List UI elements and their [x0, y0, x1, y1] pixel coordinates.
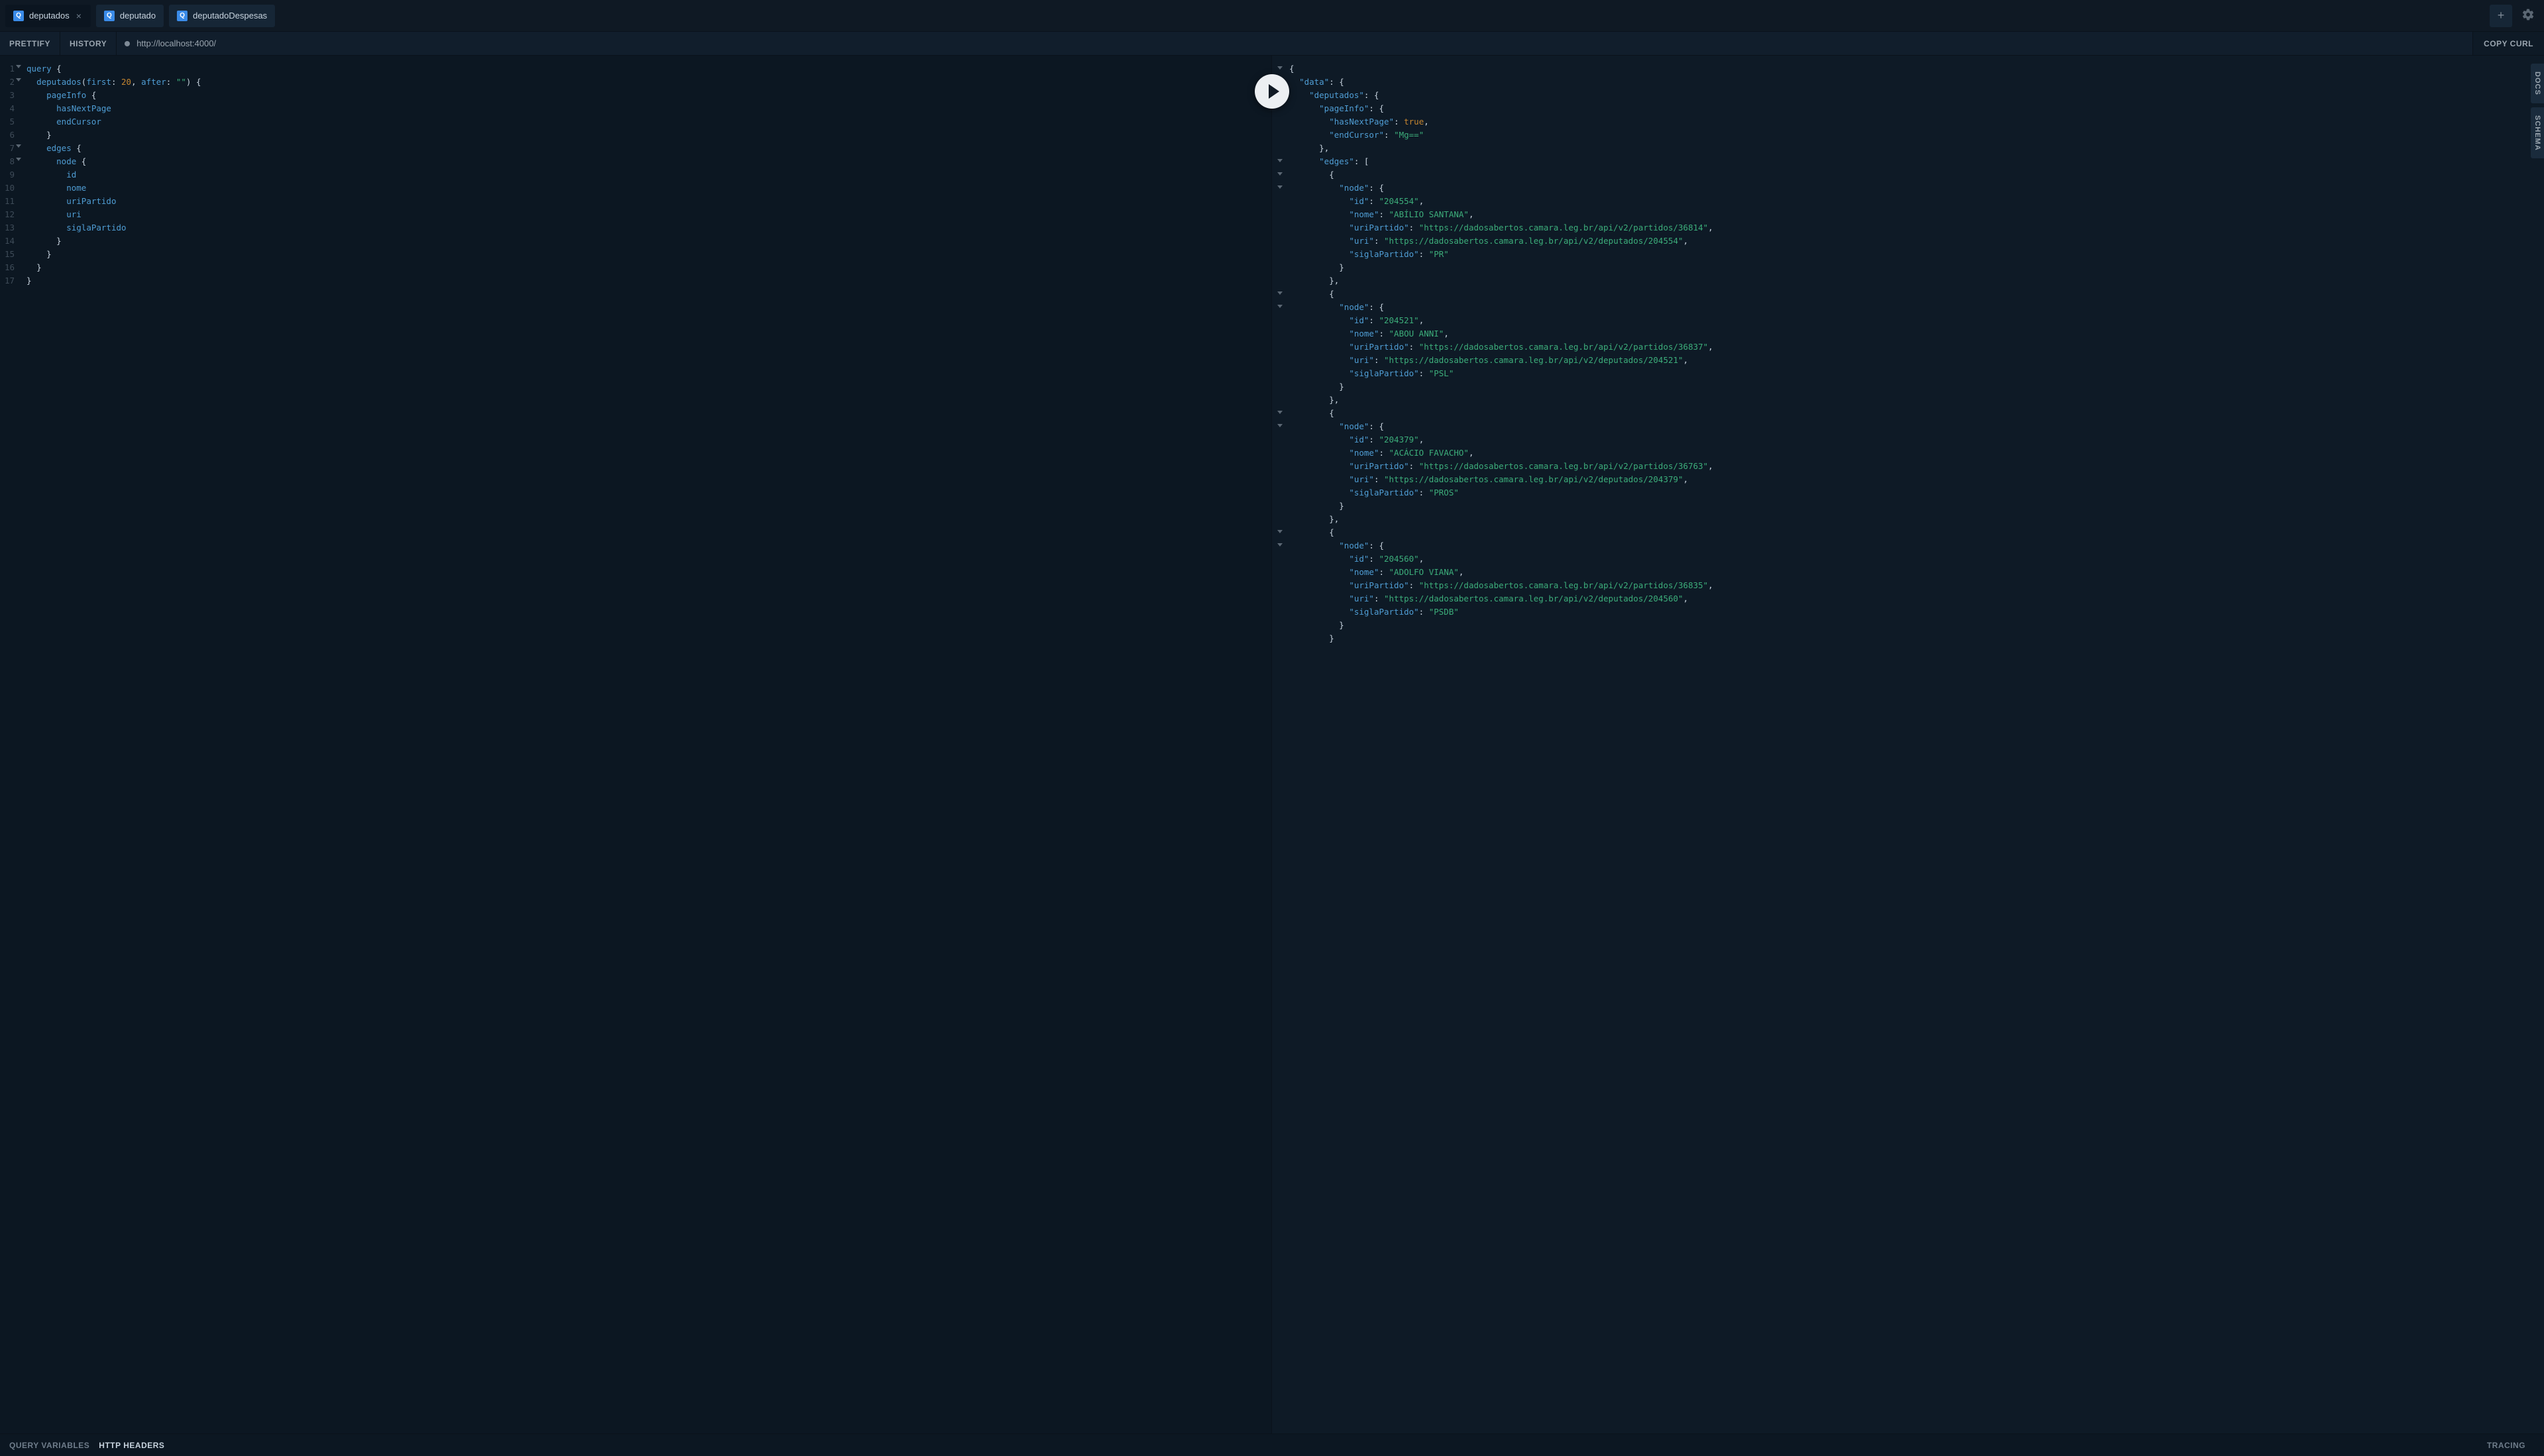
tab-bar: Qdeputados×QdeputadoQdeputadoDespesas +: [0, 0, 2544, 31]
history-button[interactable]: HISTORY: [60, 32, 117, 55]
copy-curl-button[interactable]: COPY CURL: [2472, 32, 2544, 55]
app-root: Qdeputados×QdeputadoQdeputadoDespesas + …: [0, 0, 2544, 1456]
main-area: 1234567891011121314151617 query { deputa…: [0, 56, 2544, 1433]
fold-toggle[interactable]: [1277, 66, 1283, 70]
query-icon: Q: [13, 11, 24, 21]
fold-toggle[interactable]: [1277, 424, 1283, 427]
query-icon: Q: [104, 11, 115, 21]
prettify-button[interactable]: PRETTIFY: [0, 32, 60, 55]
footer-query-variables[interactable]: QUERY VARIABLES: [9, 1441, 89, 1450]
fold-toggle[interactable]: [1277, 305, 1283, 308]
endpoint-input[interactable]: http://localhost:4000/: [117, 38, 2472, 48]
close-icon[interactable]: ×: [75, 11, 83, 21]
fold-toggle[interactable]: [1277, 291, 1283, 295]
tab-deputado[interactable]: Qdeputado: [96, 5, 164, 27]
fold-toggle[interactable]: [1277, 185, 1283, 189]
fold-toggle[interactable]: [1277, 159, 1283, 162]
schema-button[interactable]: SCHEMA: [2531, 107, 2544, 159]
tab-deputadoDespesas[interactable]: QdeputadoDespesas: [169, 5, 275, 27]
footer: QUERY VARIABLES HTTP HEADERS TRACING: [0, 1433, 2544, 1456]
fold-toggle[interactable]: [1277, 172, 1283, 176]
tab-add-button[interactable]: +: [2490, 5, 2512, 27]
fold-toggle[interactable]: [1277, 543, 1283, 546]
endpoint-url: http://localhost:4000/: [136, 38, 216, 48]
gear-icon[interactable]: [2518, 4, 2539, 27]
tabs-container: Qdeputados×QdeputadoQdeputadoDespesas: [5, 5, 2490, 27]
tab-label: deputadoDespesas: [193, 11, 267, 21]
side-rail: DOCS SCHEMA: [2531, 64, 2544, 158]
fold-toggle[interactable]: [1277, 411, 1283, 414]
editor-gutter: 1234567891011121314151617: [0, 56, 19, 1433]
tab-deputados[interactable]: Qdeputados ×: [5, 5, 91, 27]
editor-code[interactable]: query { deputados(first: 20, after: "") …: [26, 56, 1271, 314]
result-code: { "data": { "deputados": { "pageInfo": {…: [1289, 56, 2544, 672]
fold-toggle[interactable]: [1277, 530, 1283, 533]
footer-http-headers[interactable]: HTTP HEADERS: [99, 1441, 164, 1450]
result-viewer[interactable]: { "data": { "deputados": { "pageInfo": {…: [1272, 56, 2544, 1433]
toolbar: PRETTIFY HISTORY http://localhost:4000/ …: [0, 31, 2544, 56]
footer-tracing[interactable]: TRACING: [2487, 1441, 2525, 1450]
query-editor[interactable]: 1234567891011121314151617 query { deputa…: [0, 56, 1272, 1433]
play-button[interactable]: [1255, 74, 1289, 109]
endpoint-status-dot: [125, 41, 130, 46]
docs-button[interactable]: DOCS: [2531, 64, 2544, 103]
query-icon: Q: [177, 11, 187, 21]
tab-label: deputados: [29, 11, 70, 21]
tab-label: deputado: [120, 11, 156, 21]
